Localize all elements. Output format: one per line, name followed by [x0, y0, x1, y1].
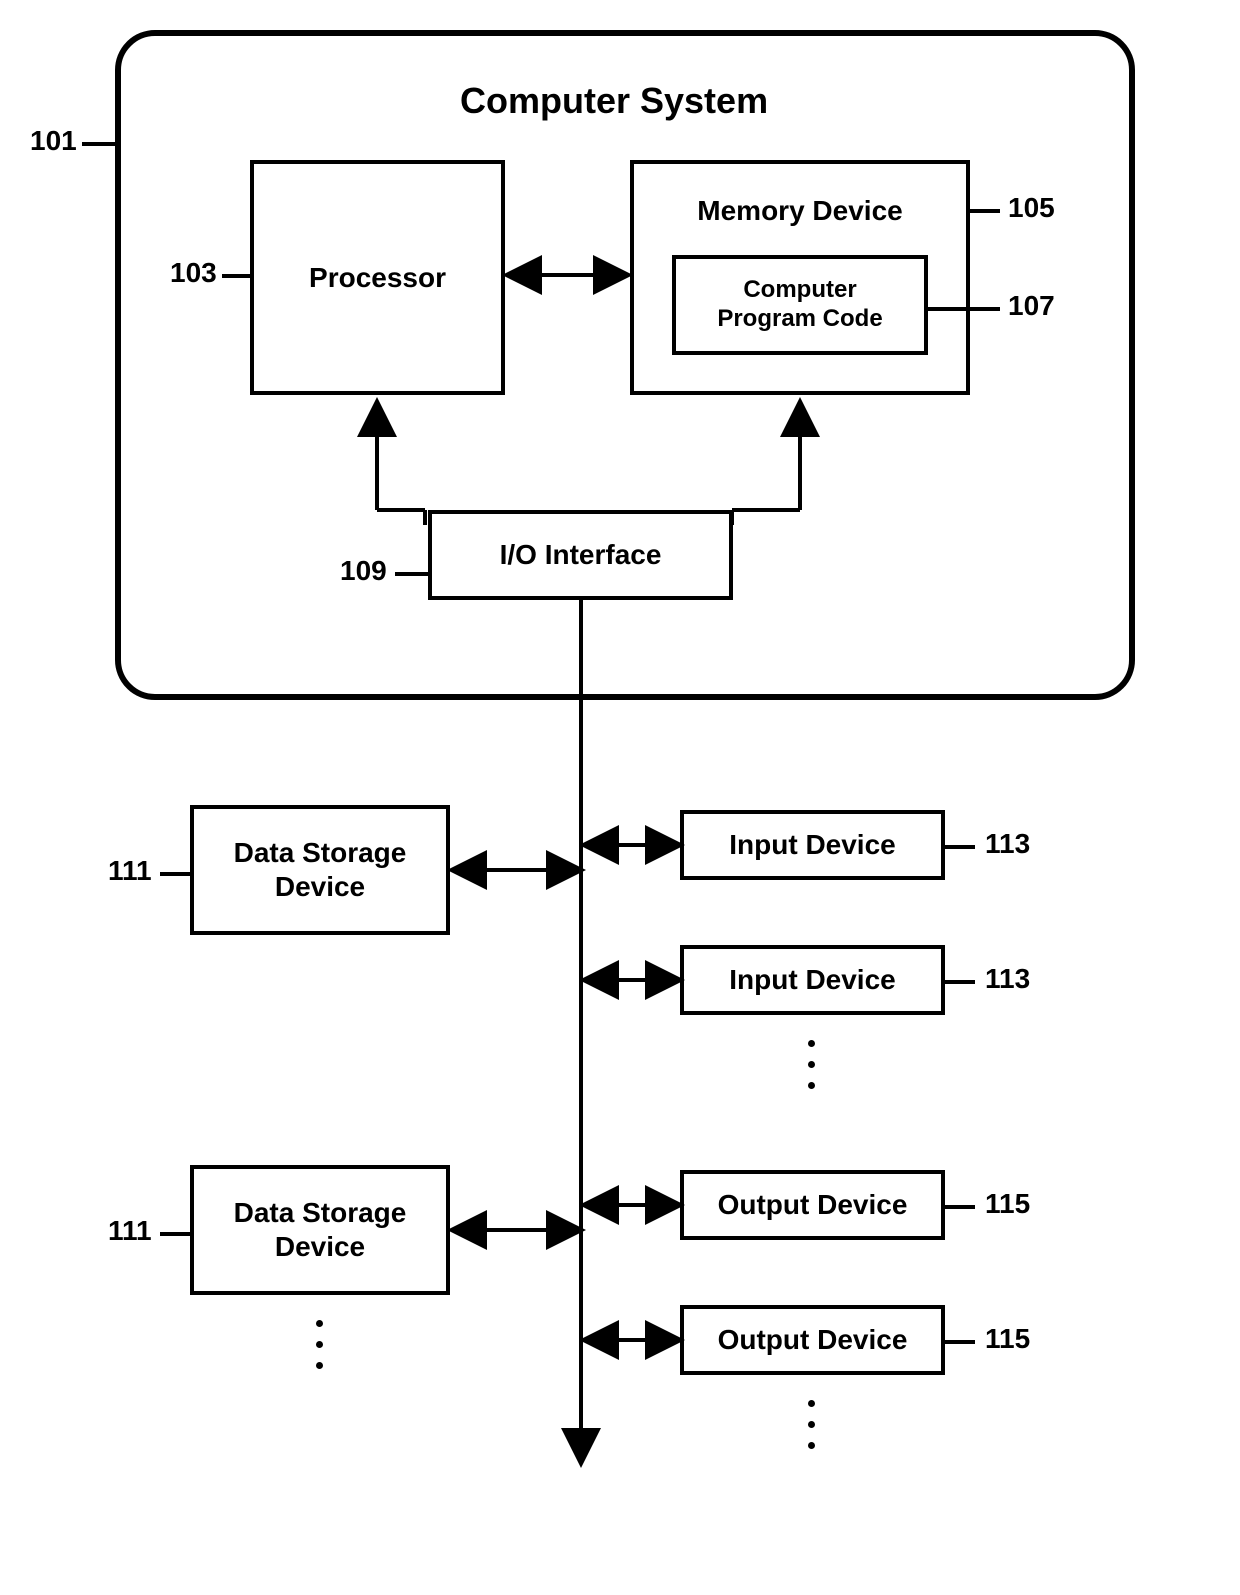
input-device-label-1: Input Device — [729, 828, 895, 862]
io-box: I/O Interface — [428, 510, 733, 600]
arrow-output1-bus — [582, 1195, 682, 1215]
arrow-storage1-bus — [450, 860, 585, 880]
data-storage-label-2: Data Storage Device — [234, 1196, 407, 1263]
ref-113-2: 113 — [985, 963, 1030, 995]
ref-115-2: 115 — [985, 1323, 1030, 1355]
arrow-processor-memory — [505, 262, 630, 292]
arrow-memory-io — [720, 395, 810, 525]
ref-111-1: 111 — [108, 855, 152, 887]
arrow-processor-io — [365, 395, 445, 525]
arrow-input1-bus — [582, 835, 682, 855]
ref-107: 107 — [1008, 290, 1055, 322]
program-code-label: Computer Program Code — [717, 276, 882, 334]
arrow-input2-bus — [582, 970, 682, 990]
input-device-label-2: Input Device — [729, 963, 895, 997]
output-device-label-2: Output Device — [718, 1323, 908, 1357]
memory-label: Memory Device — [634, 194, 966, 228]
input-device-box-1: Input Device — [680, 810, 945, 880]
ref-111-2: 111 — [108, 1215, 152, 1247]
arrow-output2-bus — [582, 1330, 682, 1350]
data-storage-box-2: Data Storage Device — [190, 1165, 450, 1295]
data-storage-box-1: Data Storage Device — [190, 805, 450, 935]
dots-input — [808, 1040, 815, 1089]
ref-101: 101 — [30, 125, 77, 157]
data-storage-label-1: Data Storage Device — [234, 836, 407, 903]
output-device-box-2: Output Device — [680, 1305, 945, 1375]
processor-box: Processor — [250, 160, 505, 395]
ref-115-1: 115 — [985, 1188, 1030, 1220]
ref-103: 103 — [170, 257, 217, 289]
arrow-storage2-bus — [450, 1220, 585, 1240]
processor-label: Processor — [309, 261, 446, 295]
input-device-box-2: Input Device — [680, 945, 945, 1015]
ref-109: 109 — [340, 555, 387, 587]
ref-105: 105 — [1008, 192, 1055, 224]
program-code-box: Computer Program Code — [672, 255, 928, 355]
ref-113-1: 113 — [985, 828, 1030, 860]
dots-output — [808, 1400, 815, 1449]
output-device-box-1: Output Device — [680, 1170, 945, 1240]
io-label: I/O Interface — [500, 538, 662, 572]
dots-storage — [316, 1320, 323, 1369]
output-device-label-1: Output Device — [718, 1188, 908, 1222]
system-title: Computer System — [460, 80, 768, 122]
